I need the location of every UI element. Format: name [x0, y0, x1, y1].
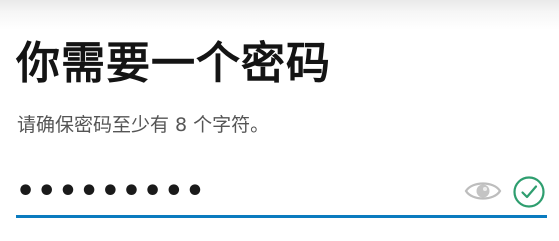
password-hint: 请确保密码至少有 8 个字符。 [17, 114, 270, 136]
password-field[interactable]: ••••••••• [16, 166, 547, 218]
page-title: 你需要一个密码 [16, 38, 331, 89]
password-input[interactable]: ••••••••• [16, 176, 207, 208]
eye-icon[interactable] [464, 176, 502, 206]
input-underline [16, 215, 547, 218]
check-circle-icon [512, 175, 546, 209]
